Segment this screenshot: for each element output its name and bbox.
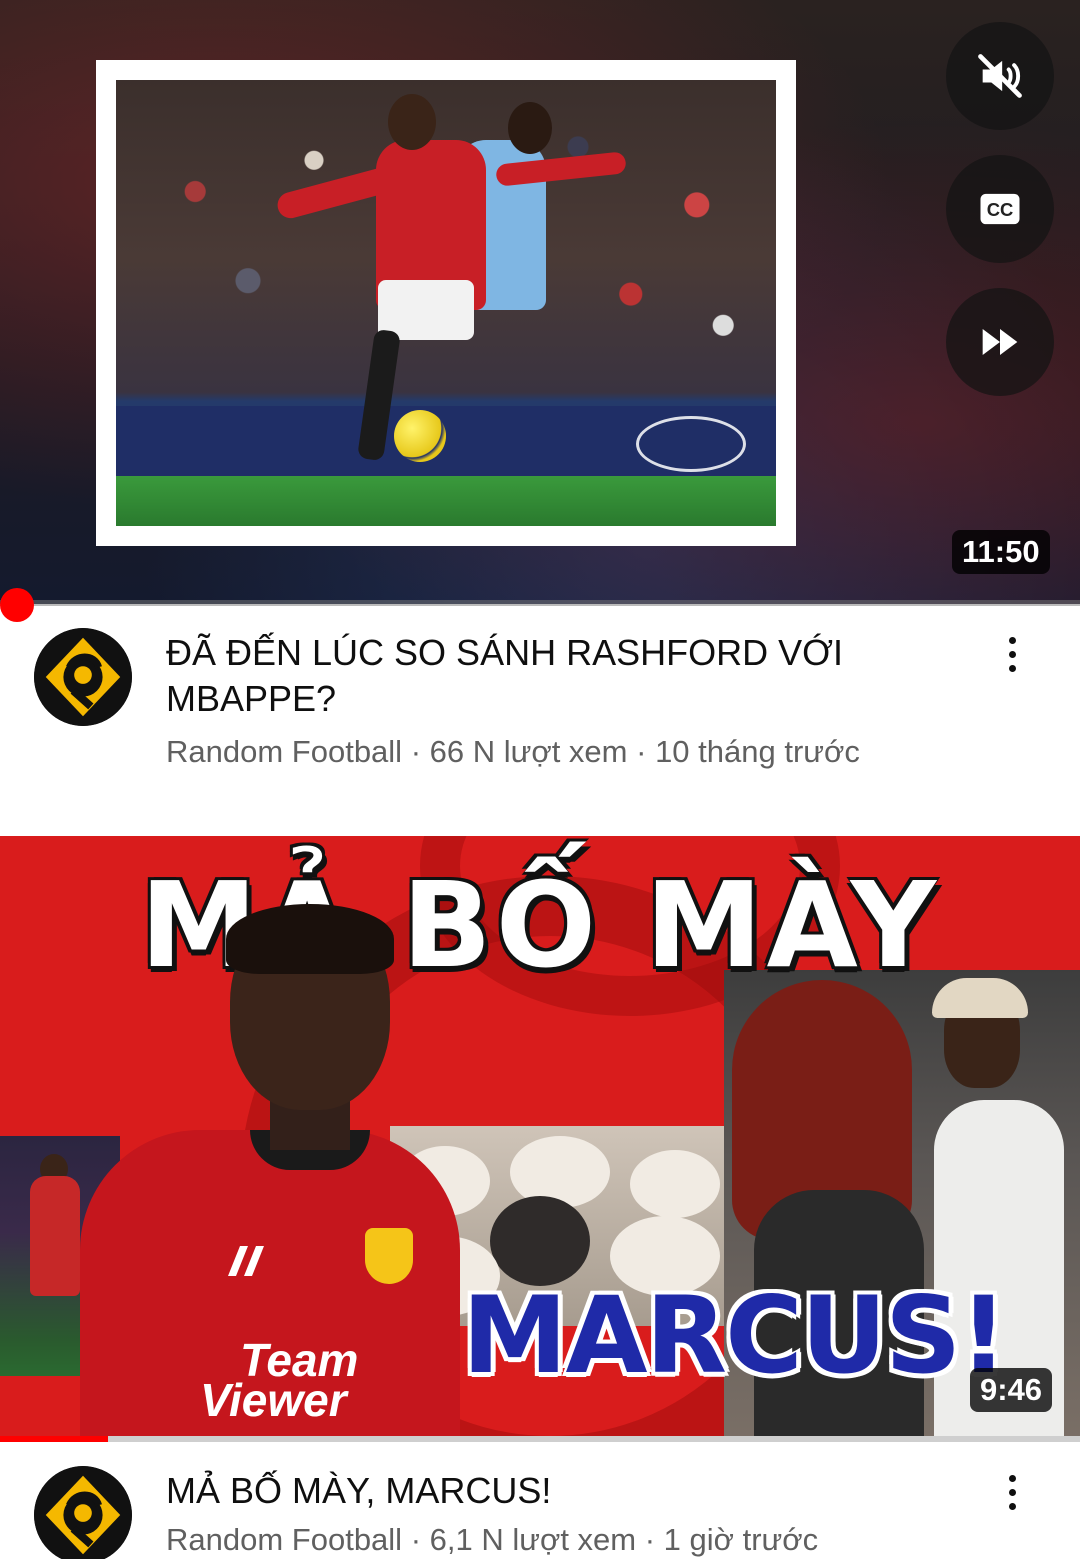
sponsor-line-2: Viewer (200, 1374, 347, 1426)
thumbnail-photo (116, 80, 776, 526)
volume-muted-icon (978, 54, 1022, 98)
separator: · (402, 734, 430, 769)
channel-logo-icon (34, 628, 132, 726)
thumbnail-name-text: MARCUS! (462, 1274, 1008, 1397)
view-count: 66 N lượt xem (429, 734, 628, 769)
kebab-dot (1008, 1474, 1016, 1482)
separator: · (636, 1522, 664, 1557)
video-thumbnail-1[interactable]: CC 11:50 (0, 0, 1080, 604)
separator: · (627, 734, 656, 769)
starball-logo (636, 416, 746, 472)
upload-age: 1 giờ trước (663, 1522, 819, 1557)
fast-forward-icon (982, 329, 1018, 355)
kebab-dot (1008, 636, 1016, 644)
football (394, 410, 446, 462)
kebab-dot (1008, 1502, 1016, 1510)
kebab-dot (1008, 1488, 1016, 1496)
mini-player (30, 1176, 80, 1296)
separator: · (402, 1522, 430, 1557)
video-subtitle-line: Random Football · 66 N lượt xem · 10 thá… (166, 734, 860, 770)
channel-logo-icon (34, 1466, 132, 1559)
channel-avatar[interactable] (34, 1466, 132, 1559)
duration-badge: 9:46 (970, 1368, 1053, 1412)
video-thumbnail-2[interactable]: MẢ BỐ MÀY Team Viewer MARCUS! 9:46 (0, 836, 1080, 1440)
skip-forward-button[interactable] (946, 288, 1054, 396)
shirt-sponsor: Team Viewer (200, 1337, 420, 1426)
video-title[interactable]: MẢ BỐ MÀY, MARCUS! (166, 1468, 926, 1514)
more-options-button[interactable] (990, 624, 1034, 684)
kebab-dot (1008, 664, 1016, 672)
pitch (116, 476, 776, 526)
channel-name[interactable]: Random Football (166, 1522, 402, 1557)
club-crest-icon (365, 1228, 413, 1284)
cc-label: CC (987, 199, 1014, 220)
upload-age: 10 tháng trước (655, 734, 860, 769)
video-meta-2: MẢ BỐ MÀY, MARCUS! Random Football · 6,1… (0, 1442, 1080, 1559)
view-count: 6,1 N lượt xem (429, 1522, 637, 1557)
video-subtitle-line: Random Football · 6,1 N lượt xem · 1 giờ… (166, 1522, 818, 1558)
closed-captions-icon: CC (980, 193, 1020, 225)
player-red-head (388, 94, 436, 150)
black-sheep (490, 1196, 590, 1286)
video-title[interactable]: ĐÃ ĐẾN LÚC SO SÁNH RASHFORD VỚI MBAPPE? (166, 630, 926, 722)
channel-avatar[interactable] (34, 628, 132, 726)
player-hair (226, 904, 394, 974)
player-blue-head (508, 102, 552, 154)
kebab-dot (1008, 650, 1016, 658)
sheep (630, 1150, 720, 1218)
duration-badge: 11:50 (952, 530, 1050, 574)
more-options-button[interactable] (990, 1462, 1034, 1522)
channel-name[interactable]: Random Football (166, 734, 402, 769)
player-portrait: Team Viewer (80, 904, 460, 1440)
thumbnail-photo-frame (96, 60, 796, 546)
video-meta-1: ĐÃ ĐẾN LÚC SO SÁNH RASHFORD VỚI MBAPPE? … (0, 604, 1080, 804)
mute-button[interactable] (946, 22, 1054, 130)
captions-button[interactable]: CC (946, 155, 1054, 263)
